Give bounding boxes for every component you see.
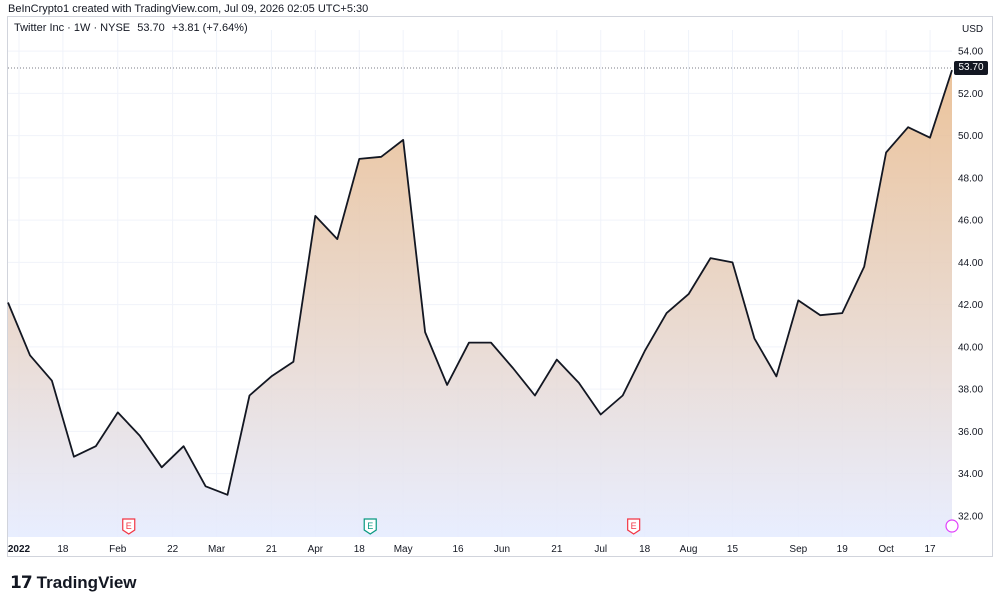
area-fill (8, 70, 952, 537)
x-tick-label: 17 (924, 544, 936, 555)
earnings-marker-icon: E (363, 518, 377, 535)
legend-last: 53.70 (137, 22, 165, 34)
x-tick-label: 18 (639, 544, 651, 555)
y-tick-label: 52.00 (958, 89, 983, 100)
x-tick-label: May (394, 544, 413, 555)
x-tick-label: Jul (594, 544, 607, 555)
x-tick-label: 22 (167, 544, 179, 555)
x-tick-label: 15 (727, 544, 739, 555)
legend-symbol: Twitter Inc · 1W · NYSE (14, 22, 131, 34)
legend-change: +3.81 (+7.64%) (171, 22, 248, 34)
x-tick-label: 2022 (8, 544, 31, 555)
y-tick-label: 48.00 (958, 173, 983, 184)
event-marker-icon (945, 519, 959, 533)
x-tick-label: Oct (878, 544, 894, 555)
earnings-marker-label: E (367, 521, 373, 531)
x-tick-label: Aug (680, 544, 698, 555)
x-tick-label: Mar (208, 544, 226, 555)
y-tick-label: 42.00 (958, 300, 983, 311)
chart-legend: Twitter Inc · 1W · NYSE 53.70 +3.81 (+7.… (14, 22, 248, 34)
y-tick-label: 50.00 (958, 131, 983, 142)
y-tick-label: 46.00 (958, 216, 983, 227)
tradingview-logo[interactable]: 17 TradingView (10, 573, 137, 593)
x-tick-label: Jun (494, 544, 510, 555)
x-tick-label: Feb (109, 544, 127, 555)
y-tick-label: 36.00 (958, 427, 983, 438)
earnings-marker-icon: E (627, 518, 641, 535)
x-tick-label: 21 (551, 544, 563, 555)
x-tick-label: Sep (789, 544, 807, 555)
last-price-badge: 53.70 (954, 61, 988, 75)
earnings-marker-label: E (631, 521, 637, 531)
tradingview-wordmark: TradingView (36, 573, 137, 592)
x-tick-label: 21 (266, 544, 278, 555)
x-axis: 2022 18 Feb 22 Mar 21 Apr 18 May 16 Jun 21 Jul 18 Aug 1… (8, 544, 936, 555)
y-tick-label: 34.00 (958, 469, 983, 480)
x-tick-label: 16 (452, 544, 464, 555)
x-tick-label: 19 (837, 544, 849, 555)
earnings-marker-label: E (126, 521, 132, 531)
x-tick-label: 18 (354, 544, 366, 555)
x-tick-label: Apr (308, 544, 324, 555)
y-tick-label: 32.00 (958, 511, 983, 522)
y-tick-label: 44.00 (958, 258, 983, 269)
tradingview-mark-icon: 17 (10, 573, 33, 593)
price-chart[interactable]: 32.00 34.00 36.00 38.00 40.00 42.00 44.00 46.00… (0, 0, 1000, 600)
y-tick-label: 54.00 (958, 47, 983, 58)
earnings-marker-icon: E (122, 518, 136, 535)
area-path (8, 70, 952, 537)
x-tick-label: 18 (57, 544, 69, 555)
y-tick-label: 38.00 (958, 385, 983, 396)
currency-label: USD (962, 24, 984, 35)
y-tick-label: 40.00 (958, 342, 983, 353)
y-axis: 32.00 34.00 36.00 38.00 40.00 42.00 44.00 46.00… (958, 47, 983, 523)
